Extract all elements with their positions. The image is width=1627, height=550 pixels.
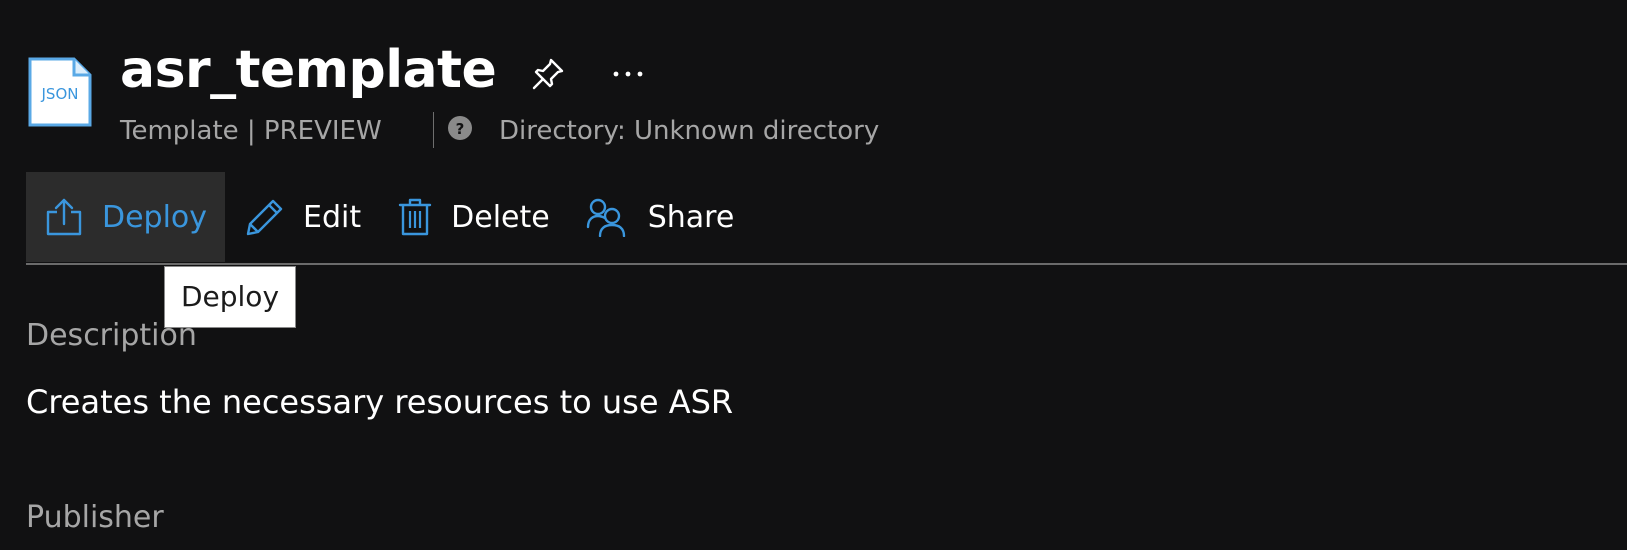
trash-icon: [398, 198, 432, 236]
delete-button-label: Delete: [451, 199, 550, 235]
page-subtitle: Template | PREVIEW: [120, 116, 382, 146]
pencil-icon: [246, 199, 283, 236]
pin-button[interactable]: [528, 54, 568, 94]
more-icon: [613, 71, 643, 77]
share-button[interactable]: Share: [568, 172, 753, 262]
help-icon[interactable]: ?: [448, 116, 472, 140]
directory-info: Directory: Unknown directory: [499, 116, 880, 146]
delete-button[interactable]: Delete: [379, 172, 568, 262]
command-bar: Deploy Edit Delete Share: [26, 172, 752, 262]
json-file-icon: JSON: [28, 57, 92, 127]
share-button-label: Share: [647, 199, 735, 235]
svg-text:?: ?: [456, 120, 465, 138]
upload-icon: [46, 198, 82, 236]
more-actions-button[interactable]: [608, 54, 648, 94]
publisher-label: Publisher: [26, 500, 164, 535]
people-icon: [586, 198, 625, 237]
subtitle-divider: [433, 112, 434, 148]
deploy-button[interactable]: Deploy: [26, 172, 226, 262]
template-blade: JSON asr_template Template | PREVIEW ? D…: [0, 0, 1627, 550]
edit-button-label: Edit: [303, 199, 362, 235]
edit-button[interactable]: Edit: [225, 172, 379, 262]
description-value: Creates the necessary resources to use A…: [26, 383, 734, 421]
command-bar-divider: [26, 263, 1627, 265]
deploy-tooltip: Deploy: [164, 266, 296, 328]
json-file-icon-label: JSON: [41, 85, 79, 103]
pin-icon: [532, 58, 564, 90]
page-title: asr_template: [120, 40, 497, 100]
deploy-button-label: Deploy: [102, 199, 208, 235]
